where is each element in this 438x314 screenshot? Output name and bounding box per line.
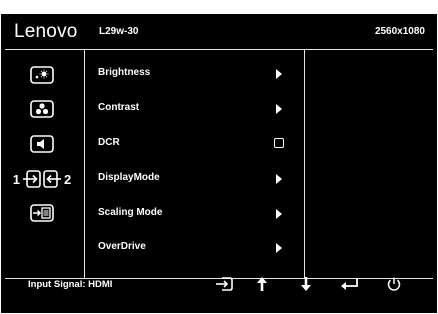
up-button[interactable] xyxy=(250,273,274,295)
input-source-icon xyxy=(23,170,61,188)
power-icon xyxy=(387,277,401,291)
down-arrow-icon xyxy=(301,277,311,291)
menu-item-label: OverDrive xyxy=(98,241,146,252)
sidebar-item-input[interactable]: 1 2 xyxy=(1,166,83,192)
menu-settings-icon xyxy=(30,204,54,222)
menu-item-label: Scaling Mode xyxy=(98,207,163,218)
input-left-number: 1 xyxy=(12,171,20,187)
chevron-right-icon xyxy=(276,104,282,114)
sidebar-item-color[interactable] xyxy=(1,96,83,122)
menu-item-overdrive[interactable]: OverDrive xyxy=(85,233,303,263)
up-arrow-icon xyxy=(257,277,267,291)
input-right-number: 2 xyxy=(64,171,72,187)
menu-item-label: Contrast xyxy=(98,102,140,113)
enter-icon xyxy=(341,278,358,290)
chevron-right-icon xyxy=(276,174,282,184)
menu-item-label: DCR xyxy=(98,137,120,148)
chevron-right-icon xyxy=(276,243,282,253)
sidebar-item-audio[interactable] xyxy=(1,131,83,157)
menu-item-dcr[interactable]: DCR xyxy=(85,129,303,159)
brand-logo: Lenovo xyxy=(14,21,78,42)
menu-item-displaymode[interactable]: DisplayMode xyxy=(85,164,303,194)
dcr-checkbox[interactable] xyxy=(274,138,284,148)
input-switch-button[interactable] xyxy=(213,273,237,295)
menu-item-brightness[interactable]: Brightness xyxy=(85,59,303,89)
model-name: L29w-30 xyxy=(99,26,139,37)
input-switch-icon xyxy=(216,277,233,291)
chevron-right-icon xyxy=(276,209,282,219)
sidebar-item-brightness[interactable] xyxy=(1,62,83,88)
color-palette-icon xyxy=(30,100,54,118)
down-button[interactable] xyxy=(294,273,318,295)
sidebar-item-menu-settings[interactable] xyxy=(1,200,83,226)
submenu-divider xyxy=(304,50,305,278)
resolution-readout: 2560x1080 xyxy=(374,26,425,37)
monitor-osd: Lenovo L29w-30 2560x1080 1 2 Brightness … xyxy=(1,14,437,313)
enter-button[interactable] xyxy=(338,273,362,295)
menu-item-scaling-mode[interactable]: Scaling Mode xyxy=(85,199,303,229)
menu-item-label: Brightness xyxy=(98,67,151,78)
menu-item-contrast[interactable]: Contrast xyxy=(85,94,303,124)
header-divider xyxy=(5,49,433,50)
brightness-settings-icon xyxy=(30,66,54,84)
menu-item-label: DisplayMode xyxy=(98,172,160,183)
input-signal-status: Input Signal: HDMI xyxy=(28,279,113,290)
power-button[interactable] xyxy=(382,273,406,295)
chevron-right-icon xyxy=(276,69,282,79)
audio-speaker-icon xyxy=(30,135,54,153)
